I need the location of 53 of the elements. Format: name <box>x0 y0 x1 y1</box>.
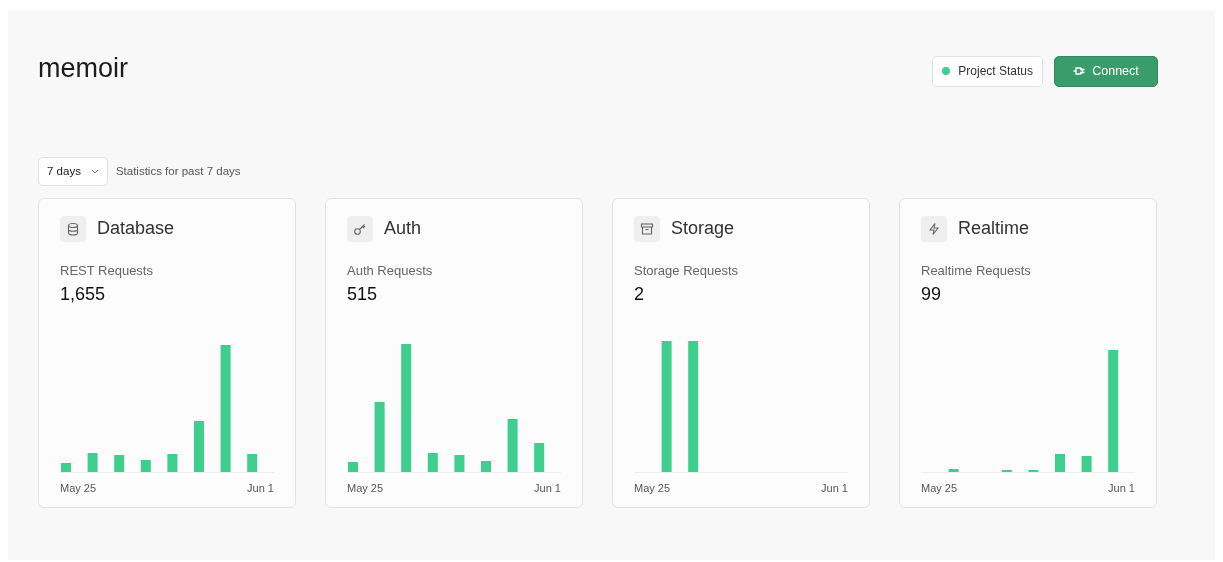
period-description: Statistics for past 7 days <box>115 163 241 179</box>
chart-bar <box>427 452 438 472</box>
key-icon <box>347 215 373 242</box>
axis-label: May 25 <box>634 480 671 496</box>
card-title: Auth <box>384 217 422 240</box>
metric-label: REST Requests <box>60 262 154 280</box>
card-title: Storage <box>671 217 735 240</box>
lightning-icon <box>921 215 947 242</box>
database-icon <box>60 215 86 242</box>
service-card[interactable]: Storage Storage Requests 2 May 25 Jun 1 <box>612 198 870 508</box>
archive-icon <box>634 215 660 242</box>
axis-label: Jun 1 <box>247 480 274 496</box>
metric-label: Storage Requests <box>634 262 740 280</box>
card-title: Realtime <box>958 217 1030 240</box>
chart-bar <box>167 453 178 472</box>
service-card[interactable]: Auth Auth Requests 515 May 25 Jun 1 <box>325 198 583 508</box>
chart-bar <box>454 454 465 472</box>
metric-value: 1,655 <box>60 282 107 306</box>
chart-bar <box>374 401 385 472</box>
chart-bar <box>61 462 71 472</box>
chart-bar <box>87 452 98 472</box>
metric-value: 515 <box>347 282 379 306</box>
metric-label: Realtime Requests <box>921 262 1032 280</box>
chart-bar <box>348 461 358 472</box>
axis-label: Jun 1 <box>534 480 561 496</box>
card-title: Database <box>97 217 175 240</box>
chart-bar <box>194 420 204 472</box>
chart-bar <box>481 460 491 472</box>
service-card[interactable]: Database REST Requests 1,655 May 25 Jun 1 <box>38 198 296 508</box>
chart-bar <box>507 418 518 472</box>
period-dropdown[interactable]: 7 days <box>38 156 108 186</box>
axis-label: May 25 <box>60 480 97 496</box>
service-card[interactable]: Realtime Realtime Requests 99 May 25 Jun 1 <box>899 198 1157 508</box>
axis-label: May 25 <box>921 480 958 496</box>
chart-bar <box>1028 469 1039 472</box>
chart-bar <box>247 453 258 472</box>
metric-value: 2 <box>634 282 645 306</box>
chevron-down-icon <box>90 168 99 174</box>
chart-bar <box>114 454 125 472</box>
axis-label: Jun 1 <box>821 480 848 496</box>
chart-bar <box>140 459 151 472</box>
axis-label: May 25 <box>347 480 384 496</box>
chart-bar <box>1001 469 1012 472</box>
chart-bar <box>534 442 545 472</box>
chart-bar <box>1081 455 1092 472</box>
axis-label: Jun 1 <box>1108 480 1135 496</box>
metric-value: 99 <box>921 282 943 306</box>
chart-bar <box>1055 453 1065 472</box>
project-title: memoir <box>38 52 128 85</box>
metric-label: Auth Requests <box>347 262 434 280</box>
plug-icon <box>1073 66 1086 77</box>
project-status-button[interactable]: Project Status <box>932 56 1043 87</box>
chart-bar <box>948 468 959 472</box>
